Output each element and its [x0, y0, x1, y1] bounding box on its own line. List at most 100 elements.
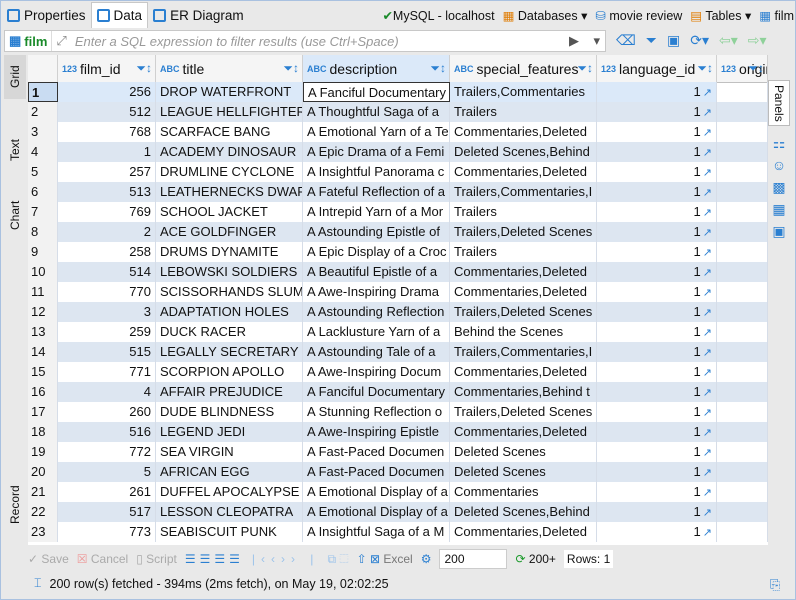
metadata-icon[interactable]: ▩ [768, 176, 790, 198]
table-row[interactable]: 6 513 LEATHERNECKS DWARFS A Fateful Reflect… [28, 182, 768, 202]
table-row[interactable]: 21 261 DUFFEL APOCALYPSE A Emotional Displa… [28, 482, 768, 502]
cell-special_features[interactable]: Trailers,Commentaries,I [450, 342, 597, 362]
cell-title[interactable]: DRUMS DYNAMITE [156, 242, 303, 262]
cell-title[interactable]: ADAPTATION HOLES [156, 302, 303, 322]
cell-title[interactable]: DUCK RACER [156, 322, 303, 342]
open-reference-icon[interactable]: ↗ [703, 347, 712, 359]
open-reference-icon[interactable]: ↗ [703, 307, 712, 319]
text-view-tab[interactable]: Text [4, 125, 26, 175]
breadcrumb-tables[interactable]: ▤ Tables ▾ [690, 8, 751, 23]
cell-description[interactable]: A Emotional Yarn of a Te [303, 122, 450, 142]
open-reference-icon[interactable]: ↗ [703, 87, 712, 99]
cell-title[interactable]: AFRICAN EGG [156, 462, 303, 482]
cell-special_features[interactable]: Deleted Scenes,Behind [450, 502, 597, 522]
cell-description[interactable]: A Astounding Tale of a [303, 342, 450, 362]
cell-special_features[interactable]: Commentaries,Deleted [450, 522, 597, 542]
cell-title[interactable]: DROP WATERFRONT [156, 82, 303, 102]
cell-special_features[interactable]: Trailers [450, 102, 597, 122]
fetch-all-button[interactable]: ⟳ 200+ [515, 552, 555, 566]
cell-title[interactable]: LEATHERNECKS DWARFS [156, 182, 303, 202]
cell-description[interactable]: A Epic Display of a Croc [303, 242, 450, 262]
cell-film_id[interactable]: 3 [58, 302, 156, 322]
cell-language_id[interactable]: 1 ↗ [597, 142, 717, 162]
cell-film_id[interactable]: 769 [58, 202, 156, 222]
cell-title[interactable]: SEA VIRGIN [156, 442, 303, 462]
cell-film_id[interactable]: 771 [58, 362, 156, 382]
open-reference-icon[interactable]: ↗ [703, 467, 712, 479]
cell-original_language_id[interactable] [717, 342, 768, 362]
cell-title[interactable]: SCHOOL JACKET [156, 202, 303, 222]
cell-special_features[interactable]: Trailers,Commentaries,I [450, 182, 597, 202]
save-button[interactable]: ✓ Save [28, 552, 69, 566]
open-reference-icon[interactable]: ↗ [703, 487, 712, 499]
cell-description[interactable]: A Intrepid Yarn of a Mor [303, 202, 450, 222]
cell-original_language_id[interactable] [717, 382, 768, 402]
cell-language_id[interactable]: 1 ↗ [597, 442, 717, 462]
cell-language_id[interactable]: 1 ↗ [597, 242, 717, 262]
cell-film_id[interactable]: 773 [58, 522, 156, 542]
grouping-icon[interactable]: ☺ [768, 154, 790, 176]
cell-title[interactable]: SCISSORHANDS SLUM [156, 282, 303, 302]
table-row[interactable]: 5 257 DRUMLINE CYCLONE A Insightful Panoram… [28, 162, 768, 182]
panels-tab[interactable]: Panels [768, 80, 790, 126]
cell-description[interactable]: A Fast-Paced Documen [303, 442, 450, 462]
cell-original_language_id[interactable] [717, 402, 768, 422]
open-reference-icon[interactable]: ↗ [703, 447, 712, 459]
table-row[interactable]: 19 772 SEA VIRGIN A Fast-Paced Documen Delet… [28, 442, 768, 462]
table-row[interactable]: 20 5 AFRICAN EGG A Fast-Paced Documen Delete… [28, 462, 768, 482]
table-row[interactable]: 13 259 DUCK RACER A Lacklusture Yarn of a Be… [28, 322, 768, 342]
open-reference-icon[interactable]: ↗ [703, 247, 712, 259]
record-view-tab[interactable]: Record [4, 470, 26, 540]
cell-description[interactable]: A Stunning Reflection o [303, 402, 450, 422]
breadcrumb-database[interactable]: ⛁ movie review [595, 8, 682, 23]
sort-filter-icon[interactable]: ⏷↕ [430, 61, 446, 76]
open-reference-icon[interactable]: ↗ [703, 167, 712, 179]
cell-title[interactable]: DRUMLINE CYCLONE [156, 162, 303, 182]
cell-language_id[interactable]: 1 ↗ [597, 202, 717, 222]
sort-filter-icon[interactable]: ⏷↕ [697, 61, 713, 76]
table-row[interactable]: 15 771 SCORPION APOLLO A Awe-Inspiring Docu… [28, 362, 768, 382]
cell-language_id[interactable]: 1 ↗ [597, 462, 717, 482]
sort-filter-icon[interactable]: ⏷↕ [136, 61, 152, 76]
settings-icon[interactable]: ⚙ [421, 552, 432, 566]
cell-language_id[interactable]: 1 ↗ [597, 422, 717, 442]
cell-special_features[interactable]: Commentaries,Deleted [450, 262, 597, 282]
copy-icons[interactable]: ⧉ ⬚ [327, 552, 348, 567]
cell-language_id[interactable]: 1 ↗ [597, 362, 717, 382]
cell-original_language_id[interactable] [717, 122, 768, 142]
cell-special_features[interactable]: Commentaries,Behind t [450, 382, 597, 402]
open-reference-icon[interactable]: ↗ [703, 207, 712, 219]
cell-title[interactable]: AFFAIR PREJUDICE [156, 382, 303, 402]
cell-description[interactable]: A Fast-Paced Documen [303, 462, 450, 482]
save-filter-icon[interactable]: ▣ [667, 32, 680, 49]
cell-special_features[interactable]: Commentaries,Deleted [450, 162, 597, 182]
cell-title[interactable]: SCARFACE BANG [156, 122, 303, 142]
table-row[interactable]: 18 516 LEGEND JEDI A Awe-Inspiring Epistle C… [28, 422, 768, 442]
cell-language_id[interactable]: 1 ↗ [597, 122, 717, 142]
table-row[interactable]: 4 1 ACADEMY DINOSAUR A Epic Drama of a Femi… [28, 142, 768, 162]
open-reference-icon[interactable]: ↗ [703, 227, 712, 239]
cell-language_id[interactable]: 1 ↗ [597, 222, 717, 242]
cell-title[interactable]: LESSON CLEOPATRA [156, 502, 303, 522]
open-reference-icon[interactable]: ↗ [703, 107, 712, 119]
cell-description[interactable]: A Awe-Inspiring Epistle [303, 422, 450, 442]
cell-film_id[interactable]: 515 [58, 342, 156, 362]
cell-film_id[interactable]: 516 [58, 422, 156, 442]
table-row[interactable]: 3 768 SCARFACE BANG A Emotional Yarn of a T… [28, 122, 768, 142]
cell-film_id[interactable]: 517 [58, 502, 156, 522]
cell-original_language_id[interactable] [717, 482, 768, 502]
table-row[interactable]: 12 3 ADAPTATION HOLES A Astounding Reflecti… [28, 302, 768, 322]
cell-title[interactable]: LEGALLY SECRETARY [156, 342, 303, 362]
cell-film_id[interactable]: 4 [58, 382, 156, 402]
column-header-description[interactable]: ABC description ⏷↕ [303, 55, 450, 83]
open-reference-icon[interactable]: ↗ [703, 327, 712, 339]
cell-description[interactable]: A Awe-Inspiring Docum [303, 362, 450, 382]
table-row[interactable]: 22 517 LESSON CLEOPATRA A Emotional Display… [28, 502, 768, 522]
fetch-size-input[interactable]: 200 [439, 549, 508, 569]
cell-film_id[interactable]: 770 [58, 282, 156, 302]
calculator-icon[interactable]: ▦ [768, 198, 790, 220]
filter-history-icon[interactable]: ▾ [593, 33, 600, 49]
cell-special_features[interactable]: Commentaries,Deleted [450, 122, 597, 142]
cell-film_id[interactable]: 2 [58, 222, 156, 242]
cell-original_language_id[interactable] [717, 502, 768, 522]
